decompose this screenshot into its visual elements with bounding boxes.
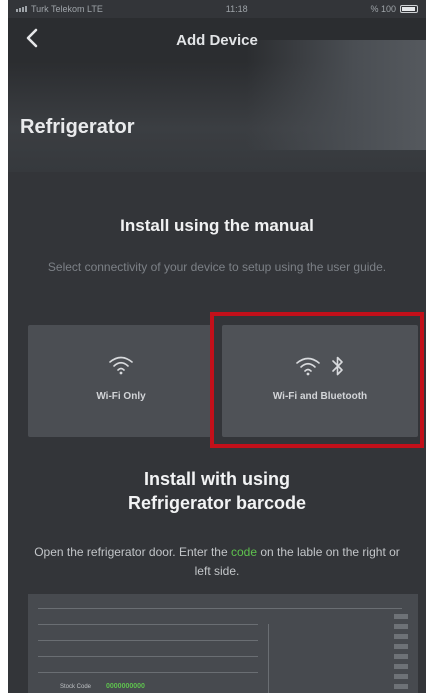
wifi-only-label: Wi-Fi Only — [96, 391, 146, 402]
manual-section-description: Select connectivity of your device to se… — [47, 260, 387, 274]
barcode-label-image: Stock Code 0000000000 — [28, 594, 418, 693]
stock-code-value: 0000000000 — [106, 683, 145, 690]
label-line — [38, 608, 402, 609]
label-mark — [394, 674, 408, 679]
wifi-only-option[interactable]: Wi-Fi Only — [28, 325, 214, 437]
fridge-background-image — [246, 40, 426, 150]
barcode-title-line2: Refrigerator barcode — [127, 493, 307, 513]
selection-highlight — [210, 312, 424, 448]
battery-icon — [400, 5, 418, 13]
label-line — [38, 624, 258, 625]
option-icons — [28, 355, 214, 375]
label-mark — [394, 664, 408, 669]
battery-percent: % 100 — [370, 4, 396, 14]
stock-code-label: Stock Code — [60, 684, 92, 690]
page-title: Add Device — [176, 32, 258, 49]
status-right: % 100 — [370, 4, 418, 14]
label-mark — [394, 614, 408, 619]
status-left: Turk Telekom LTE — [16, 4, 103, 14]
label-line — [38, 656, 258, 657]
barcode-section-title: Install with using Refrigerator barcode — [8, 467, 426, 515]
label-mark — [394, 644, 408, 649]
status-time: 11:18 — [225, 4, 248, 14]
label-line — [38, 640, 258, 641]
label-mark — [394, 654, 408, 659]
label-line — [38, 672, 258, 673]
label-divider — [268, 624, 269, 693]
device-title: Refrigerator — [20, 116, 135, 138]
code-highlight: code — [230, 545, 258, 559]
wifi-icon — [109, 356, 133, 375]
app-screen: Turk Telekom LTE 11:18 % 100 Add Device … — [8, 0, 426, 693]
carrier-text: Turk Telekom LTE — [31, 4, 103, 14]
label-mark — [394, 684, 408, 689]
description-text-start: Open the refrigerator door. Enter the — [34, 545, 231, 559]
barcode-section-description: Open the refrigerator door. Enter the co… — [26, 543, 408, 581]
barcode-title-line1: Install with using — [143, 469, 290, 489]
manual-section-title: Install using the manual — [120, 216, 314, 235]
label-mark — [394, 634, 408, 639]
signal-icon — [16, 6, 27, 12]
status-bar: Turk Telekom LTE 11:18 % 100 — [8, 0, 426, 18]
label-mark — [394, 624, 408, 629]
